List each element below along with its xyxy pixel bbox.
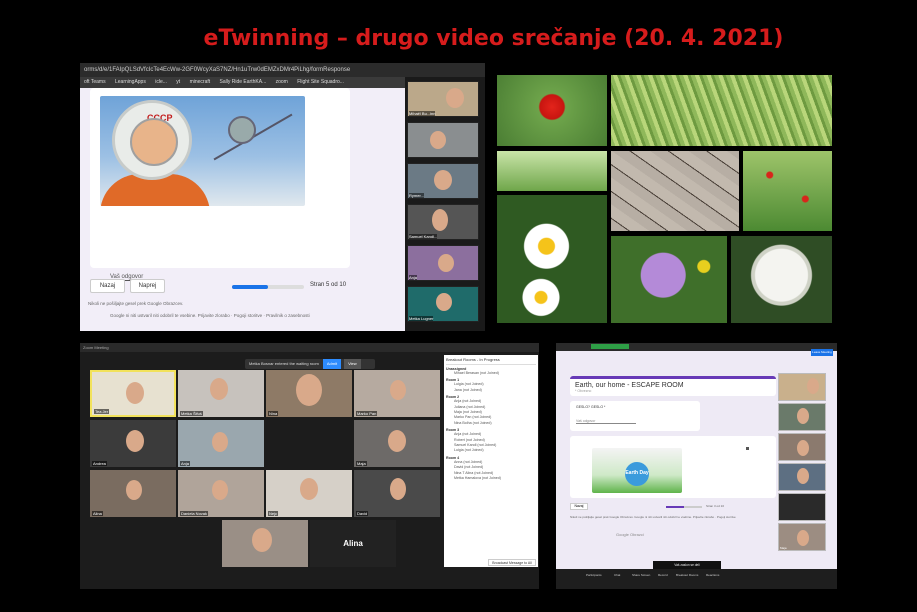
breakout-rooms-header: Breakout Rooms - In Progress	[446, 357, 536, 365]
bookmark[interactable]: zoom	[276, 79, 288, 85]
footer-note: Nikoli ne pošiljajte gesel prek Google O…	[570, 515, 736, 519]
video-tile[interactable]: Anja	[407, 245, 479, 281]
zoom-control-bar: Participants Chat Share Screen Record Br…	[556, 569, 837, 589]
mouse-cursor-icon	[746, 447, 749, 450]
screen-share-banner: Vaš zaslon se deli	[653, 561, 721, 569]
url-bar[interactable]: orms/d/e/1FAIpQLSdVfcIcTe4EcWw-2GF0WcyXa…	[80, 63, 485, 77]
video-tile[interactable]: Maja	[778, 523, 826, 551]
video-tile[interactable]	[778, 403, 826, 431]
collage-page: eTwinning – drugo video srečanje (20. 4.…	[0, 0, 917, 612]
dandelion-photo	[731, 236, 832, 323]
progress-bar	[232, 285, 304, 289]
zoom-topbar	[556, 343, 837, 351]
breakout-rooms-panel: Breakout Rooms - In Progress Unassigned M…	[444, 355, 538, 567]
bookmark[interactable]: minecraft	[190, 79, 211, 85]
form-header: Earth, our home - ESCAPE ROOM * Obvezno	[570, 376, 776, 396]
next-button[interactable]: Naprej	[130, 279, 165, 293]
video-tile[interactable]: Nejc	[266, 470, 352, 517]
form-required-note: * Obvezno	[575, 389, 592, 393]
video-tile[interactable]: Daniela Novak	[178, 470, 264, 517]
form-title: Earth, our home - ESCAPE ROOM	[575, 382, 684, 389]
breakout-rooms-button[interactable]: Breakout Rooms	[676, 573, 698, 577]
answer-input[interactable]: Vaš odgovor	[576, 419, 636, 424]
record-button[interactable]: Record	[658, 573, 668, 577]
browser-screenshot-form: orms/d/e/1FAIpQLSdVfcIcTe4EcWw-2GF0WcyXa…	[80, 63, 485, 331]
video-tile[interactable]	[407, 122, 479, 158]
nature-photo-collage	[497, 75, 832, 323]
chat-button[interactable]: Chat	[614, 573, 620, 577]
bookmark[interactable]: Flight Site Squadro...	[297, 79, 344, 85]
video-sidebar: Mihaël Bu...inn Rymer... Samuel Kandl...…	[405, 77, 485, 331]
satellite-icon	[228, 116, 256, 144]
grass-photo	[497, 151, 607, 191]
bookmark[interactable]: yt	[176, 79, 180, 85]
zoom-titlebar: Zoom Meeting	[80, 343, 539, 352]
video-tile[interactable]: Nina	[266, 370, 352, 417]
question-card: GESLO? GESLO * Vaš odgovor	[570, 401, 700, 431]
image-card: Earth Day	[570, 436, 776, 498]
broadcast-button[interactable]: Broadcast Message to All	[488, 559, 536, 566]
waiting-room-notice: Metka Bosnar entered the waiting room Adm…	[245, 359, 375, 369]
escape-room-screenshot: Leave Meeting Earth, our home - ESCAPE R…	[556, 343, 837, 589]
progress-text: Stran 5 od 10	[310, 282, 347, 288]
scabiosa-flower-photo	[611, 236, 727, 323]
breakout-participant: Luigia (not Joined)	[454, 448, 484, 453]
breakout-participant: Jana (not Joined)	[454, 387, 482, 392]
video-tile[interactable]: Metka Šifuš	[178, 370, 264, 417]
poppy-field-photo	[743, 151, 832, 231]
video-tile[interactable]: Samuel Kandl...	[407, 204, 479, 240]
video-tile[interactable]: Anja	[178, 420, 264, 467]
breakout-participant: Nina Bolha (not Joined)	[454, 420, 492, 425]
video-tile[interactable]: Marko Pan	[354, 370, 440, 417]
video-tile[interactable]	[778, 373, 826, 401]
back-button[interactable]: Nazaj	[90, 279, 125, 293]
video-tile[interactable]	[266, 420, 352, 467]
earth-day-text: Earth Day	[625, 470, 649, 476]
video-tile[interactable]	[778, 433, 826, 461]
progress-bar	[666, 506, 702, 508]
bookmark[interactable]: Sally Ride EarthKA...	[220, 79, 267, 85]
video-tile[interactable]: Tea Jer	[90, 370, 176, 417]
video-tile[interactable]: Maja	[354, 420, 440, 467]
video-tile[interactable]	[222, 520, 308, 567]
share-screen-button[interactable]: Share Screen	[632, 573, 650, 577]
daisy-photo	[497, 195, 607, 323]
video-tile[interactable]: Rymer...	[407, 163, 479, 199]
wheat-photo	[611, 75, 832, 146]
bookmark[interactable]: icle...	[155, 79, 167, 85]
video-tile[interactable]	[778, 463, 826, 491]
breakout-participant: Metka Hamalova (not Joined)	[454, 476, 501, 481]
gagarin-illustration: CCCP	[100, 96, 305, 206]
cracked-earth-photo	[611, 151, 739, 231]
footer-links: Google ni niti ustvaril niti odobril te …	[110, 313, 310, 318]
back-button[interactable]: Nazaj	[570, 503, 588, 510]
participant-name: Alina	[343, 539, 363, 548]
participants-button[interactable]: Participants	[586, 573, 602, 577]
video-tile[interactable]: Metka Lugner	[407, 286, 479, 322]
zoom-breakout-screenshot: Zoom Meeting Metka Bosnar entered the wa…	[80, 343, 539, 589]
video-tile[interactable]: Alina	[90, 470, 176, 517]
leave-meeting-button[interactable]: Leave Meeting	[811, 349, 833, 356]
admit-button[interactable]: Admit	[322, 359, 342, 369]
poppy-photo	[497, 75, 607, 146]
question-label: GESLO? GESLO *	[576, 405, 606, 409]
reactions-button[interactable]: Reactions	[706, 573, 719, 577]
view-button[interactable]: View	[344, 359, 361, 369]
video-tile[interactable]: David	[354, 470, 440, 517]
video-tile[interactable]: Andrea	[90, 420, 176, 467]
password-note: Nikoli ne pošiljajte gesel prek Google O…	[88, 301, 184, 306]
page-title: eTwinning – drugo video srečanje (20. 4.…	[203, 26, 784, 51]
video-tile[interactable]: Mihaël Bu...inn	[407, 81, 479, 117]
breakout-participant: Mihael Berasan (not Joined)	[454, 371, 499, 375]
sharing-indicator	[591, 344, 629, 349]
bookmark[interactable]: oft Teams	[84, 79, 106, 85]
bookmark[interactable]: LearningApps	[115, 79, 146, 85]
video-tile-name-only[interactable]: Alina	[310, 520, 396, 567]
form-card: CCCP Vaš odgovor	[90, 88, 350, 281]
google-forms-logo: Google Obrazci	[616, 532, 644, 537]
progress-text: Stran 3 od 10	[706, 504, 725, 508]
video-tile[interactable]	[778, 493, 826, 521]
video-column: Maja	[778, 373, 826, 558]
earth-day-illustration: Earth Day	[592, 448, 682, 493]
